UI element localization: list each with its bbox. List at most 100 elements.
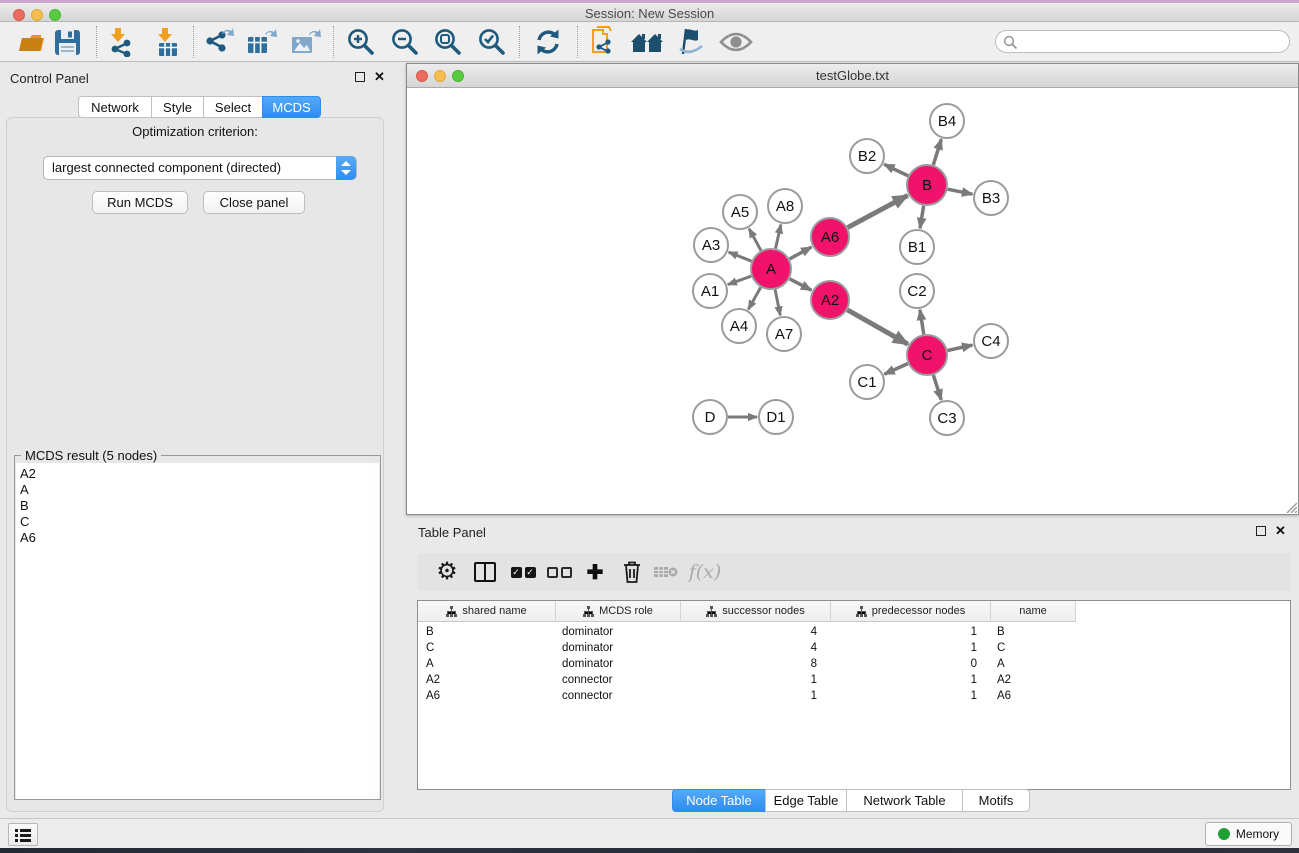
tab-network-table[interactable]: Network Table (846, 789, 962, 812)
table-row[interactable]: Bdominator41B (418, 624, 1076, 640)
delete-table-icon (652, 556, 680, 588)
zoom-selected-icon[interactable] (475, 26, 509, 58)
graph-edge[interactable] (948, 345, 973, 350)
mcds-result-item[interactable]: C (20, 514, 367, 530)
close-panel-icon[interactable]: ✕ (374, 72, 385, 82)
float-table-panel-icon[interactable] (1256, 526, 1266, 536)
search-input[interactable] (995, 30, 1290, 53)
tab-network[interactable]: Network (78, 96, 151, 118)
export-image-icon[interactable] (288, 26, 322, 58)
export-table-icon[interactable] (244, 26, 278, 58)
table-row[interactable]: Adominator80A (418, 656, 1076, 672)
graph-edge[interactable] (933, 139, 941, 165)
graph-edge[interactable] (789, 247, 811, 259)
run-mcds-button[interactable]: Run MCDS (92, 191, 188, 214)
control-panel-buttons: ✕ (355, 72, 385, 82)
graph-node-label: C2 (907, 283, 926, 300)
deselect-all-checks-icon[interactable] (543, 556, 575, 588)
memory-button[interactable]: Memory (1205, 822, 1292, 846)
graph-edge[interactable] (933, 375, 941, 400)
status-bar: Memory (0, 818, 1299, 848)
mcds-result-item[interactable]: B (20, 498, 367, 514)
window-resize-grip[interactable] (1284, 500, 1297, 513)
table-panel-tabs: Node Table Edge Table Network Table Moti… (672, 789, 1030, 812)
zoom-out-icon[interactable] (388, 26, 422, 58)
graph-edge[interactable] (790, 279, 812, 290)
export-network-icon[interactable] (201, 26, 235, 58)
column-header-mcds-role[interactable]: MCDS role (556, 601, 681, 622)
mcds-list-scrollbar[interactable] (367, 463, 379, 799)
table-row[interactable]: A6connector11A6 (418, 688, 1076, 704)
table-cell: 1 (831, 672, 991, 688)
tab-edge-table[interactable]: Edge Table (765, 789, 846, 812)
graph-node-label: B (922, 177, 932, 194)
mcds-result-item[interactable]: A6 (20, 530, 367, 546)
toolbar-separator (96, 26, 97, 58)
column-header-shared-name[interactable]: shared name (418, 601, 556, 622)
column-header-name[interactable]: name (991, 601, 1076, 622)
table-row[interactable]: Cdominator41C (418, 640, 1076, 656)
table-panel-buttons: ✕ (1256, 526, 1286, 536)
graph-node-label: A8 (776, 198, 794, 215)
graph-edge[interactable] (775, 290, 780, 316)
add-column-icon[interactable]: ✚ (580, 556, 610, 588)
tab-mcds[interactable]: MCDS (262, 96, 321, 118)
task-history-button[interactable] (8, 823, 38, 846)
new-network-from-selection-icon[interactable] (588, 26, 622, 58)
float-panel-icon[interactable] (355, 72, 365, 82)
table-cell: B (991, 624, 1076, 640)
mcds-result-item[interactable]: A2 (20, 466, 367, 482)
graph-edge[interactable] (920, 310, 924, 334)
column-header-predecessor-nodes[interactable]: predecessor nodes (831, 601, 991, 622)
graph-edge[interactable] (776, 225, 781, 249)
table-cell: dominator (556, 656, 681, 672)
import-table-icon[interactable] (150, 26, 184, 58)
criterion-dropdown[interactable]: largest connected component (directed) (43, 156, 357, 180)
close-panel-button[interactable]: Close panel (203, 191, 305, 214)
zoom-fit-icon[interactable] (431, 26, 465, 58)
graph-edge[interactable] (749, 229, 761, 251)
open-session-icon[interactable] (15, 26, 49, 58)
network-canvas[interactable]: B4B2BB3A5A8A6A3AB1A1C2A2A4A7C4CC1C3DD1 (407, 88, 1298, 514)
flag-toggle-icon[interactable] (674, 26, 708, 58)
graph-edge[interactable] (848, 195, 908, 227)
graph-edge[interactable] (847, 310, 907, 344)
table-row[interactable]: A2connector11A2 (418, 672, 1076, 688)
import-network-icon[interactable] (103, 26, 137, 58)
control-panel-title: Control Panel (10, 71, 89, 86)
graph-edge[interactable] (884, 364, 908, 375)
table-body: Bdominator41BCdominator41CAdominator80AA… (418, 624, 1076, 704)
graph-node-label: B2 (858, 148, 876, 165)
close-table-panel-icon[interactable]: ✕ (1275, 526, 1286, 536)
network-window-titlebar[interactable]: testGlobe.txt (407, 64, 1298, 88)
refresh-icon[interactable] (531, 26, 565, 58)
graph-edge[interactable] (884, 164, 908, 176)
tab-select[interactable]: Select (203, 96, 262, 118)
network-title: testGlobe.txt (407, 68, 1298, 83)
mcds-result-list[interactable]: A2ABCA6 (16, 463, 368, 799)
zoom-in-icon[interactable] (344, 26, 378, 58)
graph-node-label: B1 (908, 239, 926, 256)
graph-edge[interactable] (729, 252, 752, 261)
tab-style[interactable]: Style (151, 96, 203, 118)
graph-edge[interactable] (748, 287, 760, 309)
table-cell: C (991, 640, 1076, 656)
network-view-window: testGlobe.txt B4B2BB3A5A8A6A3AB1A1C2A2A4… (406, 63, 1299, 515)
mcds-result-title: MCDS result (5 nodes) (21, 448, 161, 463)
column-view-icon[interactable] (470, 556, 500, 588)
delete-column-icon[interactable] (617, 556, 647, 588)
table-options-gear-icon[interactable]: ⚙ (432, 556, 462, 588)
graph-edge[interactable] (920, 206, 924, 229)
column-header-successor-nodes[interactable]: successor nodes (681, 601, 831, 622)
home-icon[interactable] (630, 26, 664, 58)
main-toolbar (0, 22, 1299, 62)
graph-edge[interactable] (728, 276, 751, 284)
session-title: Session: New Session (0, 6, 1299, 21)
mcds-result-item[interactable]: A (20, 482, 367, 498)
eye-icon[interactable] (719, 26, 753, 58)
save-session-icon[interactable] (50, 26, 84, 58)
tab-motifs[interactable]: Motifs (962, 789, 1030, 812)
tab-node-table[interactable]: Node Table (672, 789, 765, 812)
graph-edge[interactable] (948, 189, 973, 194)
select-all-checks-icon[interactable]: ✓✓ (507, 556, 539, 588)
